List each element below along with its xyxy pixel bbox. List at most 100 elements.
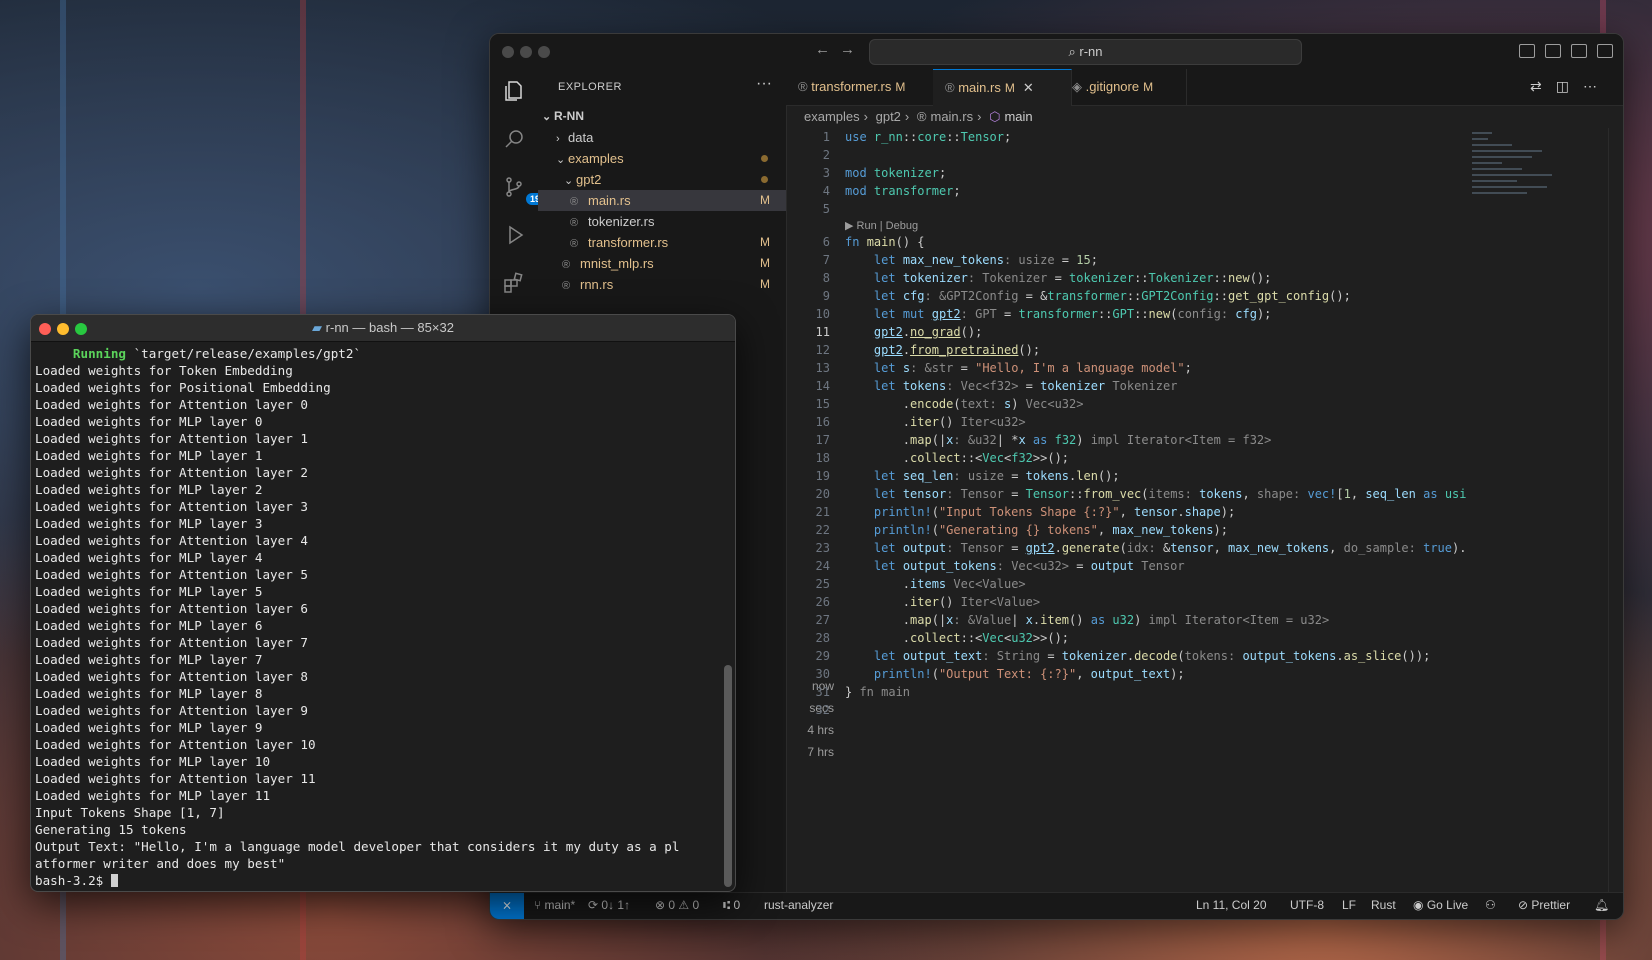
more-actions-icon[interactable]: ···: [756, 75, 772, 93]
command-center-search[interactable]: ⌕ r-nn: [869, 39, 1302, 65]
modified-dot: [761, 176, 768, 183]
terminal-line: Loaded weights for Attention layer 4: [35, 533, 308, 548]
gitignore-file-icon: ◈: [1072, 79, 1086, 94]
close-window-button[interactable]: [502, 46, 514, 58]
ports-indicator[interactable]: ⑆ 0: [723, 893, 740, 918]
tree-item-data[interactable]: › data: [538, 127, 786, 148]
explorer-icon[interactable]: [502, 79, 526, 103]
encoding[interactable]: UTF-8: [1290, 893, 1324, 918]
line-number: 13: [815, 361, 830, 375]
tab-main-rs[interactable]: ® main.rs M ✕: [933, 69, 1072, 106]
language-mode[interactable]: Rust: [1371, 893, 1396, 918]
line-number: 21: [815, 505, 830, 519]
line-number: 9: [822, 289, 830, 303]
line-number: 14: [815, 379, 830, 393]
terminal-line: Loaded weights for Attention layer 0: [35, 397, 308, 412]
prettier-status[interactable]: ⊘ Prettier: [1518, 893, 1570, 918]
terminal-line: Loaded weights for Token Embedding: [35, 363, 293, 378]
remote-icon[interactable]: ⨯: [490, 893, 524, 919]
tree-item-rnn-rs[interactable]: ® rnn.rs M: [538, 274, 786, 295]
terminal-output[interactable]: Running `target/release/examples/gpt2` L…: [35, 345, 719, 891]
terminal-line: Loaded weights for Attention layer 8: [35, 669, 308, 684]
terminal-line: Loaded weights for MLP layer 5: [35, 584, 263, 599]
code-line: } fn main: [845, 685, 911, 699]
open-changes-icon[interactable]: ⇄: [1530, 78, 1556, 94]
back-arrow-icon[interactable]: ←: [815, 41, 830, 58]
minimize-window-button[interactable]: [520, 46, 532, 58]
chevron-right-icon: ›: [904, 109, 910, 124]
code-line: println!("Generating {} tokens", max_new…: [873, 523, 1228, 537]
zoom-window-button[interactable]: [75, 323, 87, 335]
line-number: 22: [815, 523, 830, 537]
breadcrumb-item[interactable]: main: [1004, 109, 1032, 124]
go-live-button[interactable]: ◉ Go Live: [1413, 893, 1468, 918]
terminal-line: Loaded weights for MLP layer 9: [35, 720, 263, 735]
run-debug-codelens[interactable]: ▶ Run | Debug: [845, 219, 918, 232]
terminal-line: Loaded weights for Attention layer 3: [35, 499, 308, 514]
rust-file-icon: ®: [570, 238, 579, 250]
tree-item-examples[interactable]: ⌄ examples: [538, 148, 786, 169]
tab-transformer-rs[interactable]: ® transformer.rs M: [786, 69, 945, 105]
git-branch[interactable]: ⑂ main*: [534, 893, 575, 918]
git-sync[interactable]: ⟳ 0↓ 1↑: [588, 893, 630, 918]
tree-item-transformer-rs[interactable]: ® transformer.rs M: [538, 232, 786, 253]
rust-file-icon: ®: [798, 79, 812, 94]
terminal-scrollbar[interactable]: [724, 345, 732, 887]
scrollbar-thumb[interactable]: [724, 665, 732, 887]
search-icon[interactable]: [502, 127, 526, 151]
source-control-icon[interactable]: 19: [502, 175, 545, 205]
search-label: r-nn: [1079, 44, 1103, 59]
terminal-line: Loaded weights for MLP layer 6: [35, 618, 263, 633]
tree-root[interactable]: ⌄ R-NN: [538, 106, 786, 127]
code-line: .collect::<Vec<f32>>();: [845, 451, 1070, 465]
customize-layout-icon[interactable]: [1597, 44, 1613, 58]
line-number: 31: [815, 685, 830, 699]
tree-item-main-rs[interactable]: ® main.rs M: [538, 190, 786, 211]
terminal-window: ▰ r-nn — bash — 85×32 Running `target/re…: [30, 314, 736, 892]
breadcrumb-item[interactable]: gpt2: [876, 109, 901, 124]
close-tab-icon[interactable]: ✕: [1023, 80, 1034, 95]
code-editor[interactable]: 1 use r_nn::core::Tensor; 2 3 mod tokeni…: [786, 128, 1466, 893]
line-number: 27: [815, 613, 830, 627]
split-editor-icon[interactable]: ◫: [1556, 78, 1583, 94]
line-number: 6: [822, 235, 830, 249]
tree-item-mnist-mlp-rs[interactable]: ® mnist_mlp.rs M: [538, 253, 786, 274]
breadcrumb-item[interactable]: main.rs: [930, 109, 973, 124]
extensions-icon[interactable]: [502, 271, 526, 295]
code-line: fn main() {: [845, 235, 925, 249]
line-number: 32: [815, 703, 830, 717]
more-actions-icon[interactable]: ⋯: [1583, 78, 1611, 94]
tree-item-gpt2[interactable]: ⌄ gpt2: [538, 169, 786, 190]
line-number: 17: [815, 433, 830, 447]
terminal-line: Loaded weights for MLP layer 3: [35, 516, 263, 531]
rust-analyzer-status[interactable]: rust-analyzer: [764, 893, 833, 918]
breadcrumb-item[interactable]: examples: [804, 109, 860, 124]
minimize-window-button[interactable]: [57, 323, 69, 335]
chevron-down-icon: ⌄: [556, 154, 566, 166]
minimap[interactable]: [1466, 128, 1566, 228]
running-line: Running `target/release/examples/gpt2`: [72, 346, 362, 361]
copilot-icon[interactable]: ⚇: [1485, 893, 1496, 918]
run-debug-icon[interactable]: [502, 223, 526, 247]
line-ending[interactable]: LF: [1342, 893, 1356, 918]
toggle-secondary-sidebar-icon[interactable]: [1571, 44, 1587, 58]
chevron-down-icon: ⌄: [542, 111, 552, 123]
git-status: M: [760, 256, 770, 270]
terminal-line: Loaded weights for MLP layer 2: [35, 482, 263, 497]
tab-gitignore[interactable]: ◈ .gitignore M: [1060, 69, 1187, 105]
code-line: println!("Output Text: {:?}", output_tex…: [873, 667, 1185, 681]
editor-scrollbar[interactable]: [1608, 128, 1623, 893]
terminal-line: Generating 15 tokens: [35, 822, 187, 837]
cursor-position[interactable]: Ln 11, Col 20: [1196, 893, 1267, 918]
terminal-line: Loaded weights for Attention layer 7: [35, 635, 308, 650]
problems-indicator[interactable]: ⊗ 0 ⚠ 0: [655, 893, 699, 918]
notifications-bell-icon[interactable]: 🔔︎: [1594, 893, 1609, 918]
close-window-button[interactable]: [39, 323, 51, 335]
rust-file-icon: ®: [570, 196, 579, 208]
toggle-panel-icon[interactable]: [1545, 44, 1561, 58]
forward-arrow-icon[interactable]: →: [840, 41, 855, 58]
toggle-primary-sidebar-icon[interactable]: [1519, 44, 1535, 58]
code-line: .items Vec<Value>: [845, 577, 1026, 591]
zoom-window-button[interactable]: [538, 46, 550, 58]
tree-item-tokenizer-rs[interactable]: ® tokenizer.rs: [538, 211, 786, 232]
